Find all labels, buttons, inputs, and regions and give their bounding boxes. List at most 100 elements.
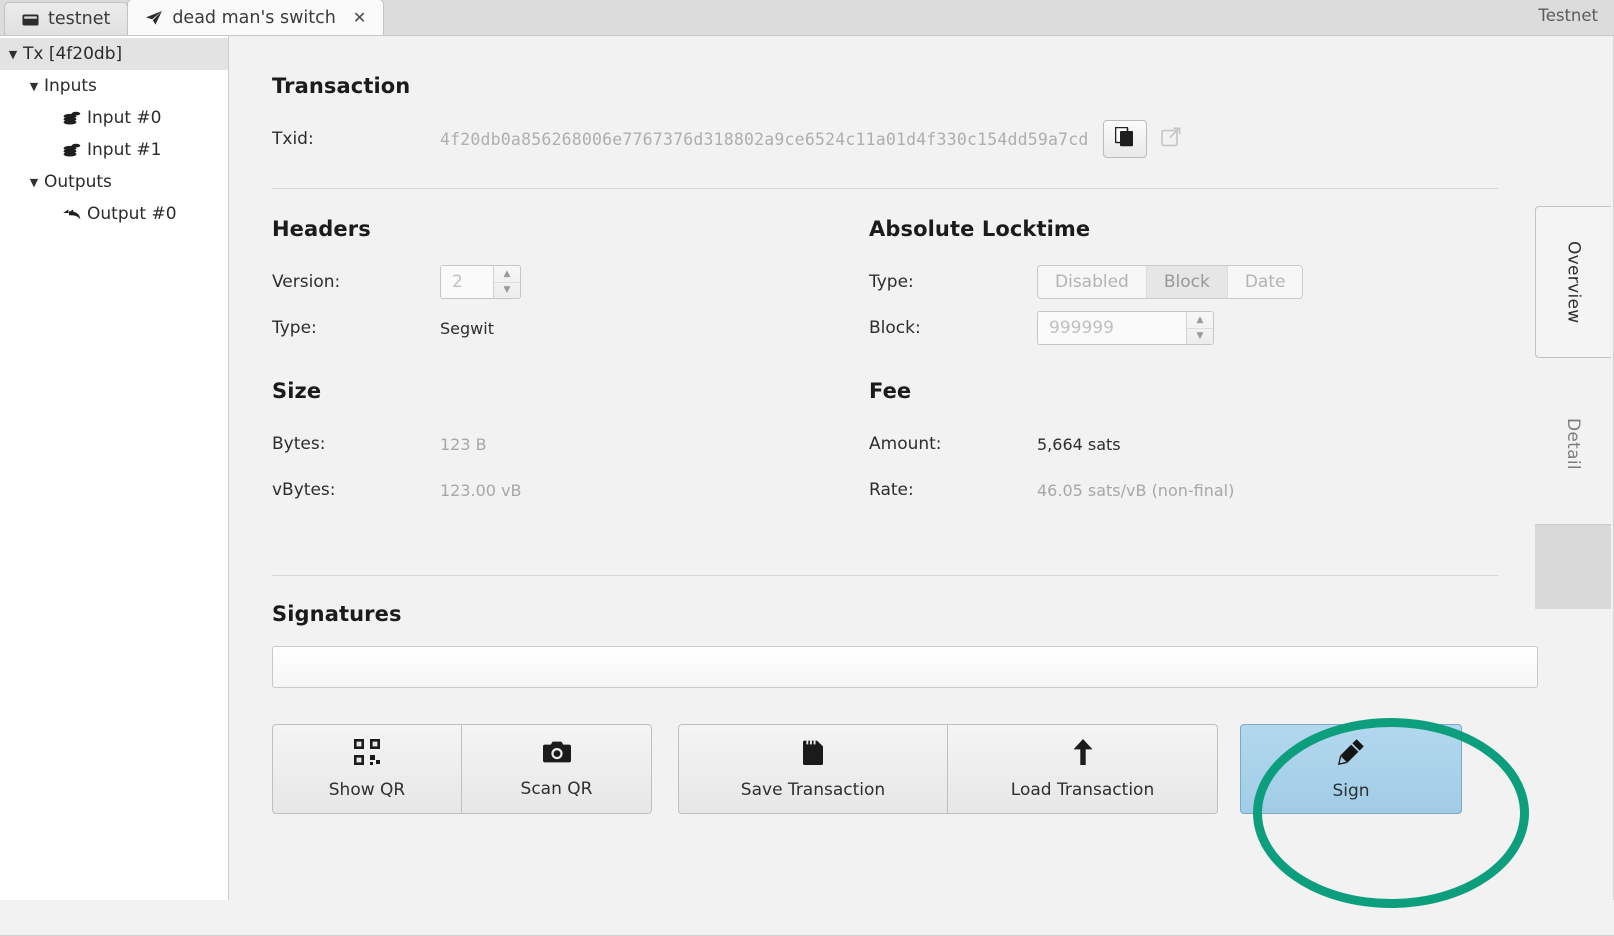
tree-node-label: Input #1 [87, 140, 161, 160]
size-column: Size Bytes: 123 B vBytes: 123.00 vB [272, 379, 869, 513]
vbytes-label: vBytes: [272, 480, 440, 500]
transaction-content: Transaction Txid: 4f20db0a856268006e7767… [272, 36, 1502, 814]
wallet-icon [22, 12, 39, 27]
locktime-option-date[interactable]: Date [1228, 266, 1303, 298]
locktime-heading: Absolute Locktime [869, 217, 1489, 241]
tree-node-output-0[interactable]: Output #0 [0, 198, 228, 230]
fee-amount-row: Amount: 5,664 sats [869, 421, 1489, 467]
tab-overview[interactable]: Overview [1535, 206, 1611, 358]
tab-label: dead man's switch [172, 8, 336, 28]
headers-column: Headers Version: 2 ▲ ▼ Type: [272, 217, 869, 351]
button-label: Scan QR [521, 779, 593, 799]
fee-column: Fee Amount: 5,664 sats Rate: 46.05 sats/… [869, 379, 1489, 513]
stepper-up-icon[interactable]: ▲ [1187, 312, 1213, 329]
fee-heading: Fee [869, 379, 1489, 403]
version-row: Version: 2 ▲ ▼ [272, 259, 869, 305]
version-stepper-buttons[interactable]: ▲ ▼ [493, 266, 520, 298]
divider-2 [272, 575, 1498, 576]
coins-icon [62, 142, 82, 158]
size-fee-row: Size Bytes: 123 B vBytes: 123.00 vB Fee … [272, 379, 1502, 513]
transaction-tree-sidebar[interactable]: ▼ Tx [4f20db] ▼ Inputs Input #0 [0, 36, 229, 900]
tree-node-label: Inputs [44, 76, 97, 96]
file-button-group: Save Transaction Load Transaction [678, 724, 1218, 814]
locktime-type-row: Type: Disabled Block Date [869, 259, 1489, 305]
fee-rate-label: Rate: [869, 480, 1037, 500]
tree-node-label: Input #0 [87, 108, 161, 128]
vertical-scrollbar[interactable] [1535, 524, 1611, 609]
version-value[interactable]: 2 [441, 266, 493, 298]
action-button-bar: Show QR Scan QR [272, 724, 1502, 814]
copy-icon [1115, 127, 1134, 151]
headers-locktime-row: Headers Version: 2 ▲ ▼ Type: [272, 217, 1502, 351]
network-label: Testnet [1538, 6, 1598, 25]
bytes-label: Bytes: [272, 434, 440, 454]
show-qr-button[interactable]: Show QR [272, 724, 462, 814]
vbytes-value: 123.00 vB [440, 481, 522, 500]
locktime-option-block[interactable]: Block [1147, 266, 1228, 298]
scan-qr-button[interactable]: Scan QR [462, 724, 652, 814]
button-label: Load Transaction [1011, 780, 1154, 800]
signatures-field-wrap [272, 646, 1502, 688]
send-paper-plane-icon [145, 10, 163, 26]
button-label: Sign [1332, 781, 1369, 801]
stepper-down-icon[interactable]: ▼ [1187, 329, 1213, 345]
button-label: Save Transaction [741, 780, 885, 800]
vbytes-row: vBytes: 123.00 vB [272, 467, 869, 513]
transaction-heading: Transaction [272, 74, 1502, 98]
camera-icon [543, 740, 571, 769]
locktime-block-label: Block: [869, 318, 1037, 338]
save-transaction-button[interactable]: Save Transaction [678, 724, 948, 814]
coins-icon [62, 110, 82, 126]
button-label: Show QR [329, 780, 405, 800]
txid-row: Txid: 4f20db0a856268006e7767376d318802a9… [272, 120, 1502, 158]
load-transaction-button[interactable]: Load Transaction [948, 724, 1218, 814]
reply-all-arrow-icon [62, 207, 82, 222]
tree-node-label: Outputs [44, 172, 112, 192]
fountain-pen-icon [1337, 738, 1365, 771]
locktime-block-stepper-buttons[interactable]: ▲ ▼ [1186, 312, 1213, 344]
tree-node-input-1[interactable]: Input #1 [0, 134, 228, 166]
tree-node-inputs[interactable]: ▼ Inputs [0, 70, 228, 102]
tree-node-input-0[interactable]: Input #0 [0, 102, 228, 134]
chevron-down-icon[interactable]: ▼ [27, 80, 41, 93]
fee-rate-row: Rate: 46.05 sats/vB (non-final) [869, 467, 1489, 513]
version-label: Version: [272, 272, 440, 292]
copy-txid-button[interactable] [1103, 120, 1147, 158]
txid-label: Txid: [272, 129, 440, 149]
tree-node-tx[interactable]: ▼ Tx [4f20db] [0, 38, 228, 70]
size-heading: Size [272, 379, 869, 403]
version-stepper[interactable]: 2 ▲ ▼ [440, 265, 521, 299]
tab-dead-mans-switch[interactable]: dead man's switch ✕ [127, 0, 384, 35]
sign-button-group: Sign [1240, 724, 1462, 814]
tree-node-outputs[interactable]: ▼ Outputs [0, 166, 228, 198]
qr-button-group: Show QR Scan QR [272, 724, 652, 814]
tree-node-label: Output #0 [87, 204, 177, 224]
external-link-icon [1161, 127, 1181, 151]
sign-button[interactable]: Sign [1240, 724, 1462, 814]
locktime-type-segmented-control[interactable]: Disabled Block Date [1037, 265, 1303, 299]
locktime-block-stepper[interactable]: 999999 ▲ ▼ [1037, 311, 1214, 345]
tab-testnet[interactable]: testnet [4, 2, 128, 35]
tab-detail[interactable]: Detail [1535, 384, 1611, 504]
fee-rate-value: 46.05 sats/vB (non-final) [1037, 481, 1234, 500]
signatures-input[interactable] [272, 646, 1538, 688]
fee-amount-value: 5,664 sats [1037, 435, 1121, 454]
locktime-option-disabled[interactable]: Disabled [1038, 266, 1147, 298]
locktime-block-row: Block: 999999 ▲ ▼ [869, 305, 1489, 351]
bytes-value: 123 B [440, 435, 487, 454]
stepper-down-icon[interactable]: ▼ [494, 283, 520, 299]
header-type-value: Segwit [440, 319, 494, 338]
txid-value: 4f20db0a856268006e7767376d318802a9ce6524… [440, 130, 1089, 149]
locktime-block-value[interactable]: 999999 [1038, 312, 1186, 344]
tab-close-icon[interactable]: ✕ [353, 10, 366, 26]
chevron-down-icon[interactable]: ▼ [27, 176, 41, 189]
stepper-up-icon[interactable]: ▲ [494, 266, 520, 283]
chevron-down-icon[interactable]: ▼ [6, 48, 20, 61]
application-window: testnet dead man's switch ✕ Testnet ▼ Tx… [0, 0, 1614, 936]
open-in-explorer-button[interactable] [1149, 120, 1193, 158]
locktime-column: Absolute Locktime Type: Disabled Block D… [869, 217, 1489, 351]
signatures-heading: Signatures [272, 602, 1502, 626]
tab-bar: testnet dead man's switch ✕ Testnet [0, 0, 1614, 36]
view-mode-tab-strip: Overview Detail [1531, 206, 1613, 609]
tree-node-label: Tx [4f20db] [23, 44, 122, 64]
